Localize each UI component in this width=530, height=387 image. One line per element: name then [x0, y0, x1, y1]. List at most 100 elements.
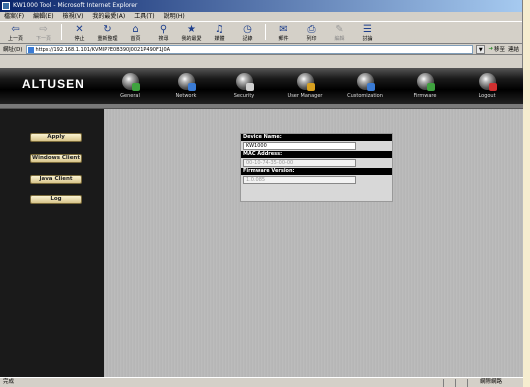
toolbar-label: 搜尋 [158, 36, 169, 42]
nav-label: Firmware [413, 93, 437, 99]
menu-edit[interactable]: 編輯(E) [33, 12, 53, 21]
toolbar-separator [61, 24, 62, 40]
address-label: 網址(D) [3, 47, 23, 53]
nav-security[interactable]: Security [224, 68, 264, 99]
toolbar-button-6[interactable]: ★ 我的最愛 [180, 24, 203, 42]
nav-label: Security [233, 93, 255, 99]
toolbar-icon: ✉ [279, 24, 288, 35]
nav-customization[interactable]: Customization [345, 68, 385, 99]
toolbar-icon: ☰ [363, 24, 372, 35]
toolbar-icon: ✎ [335, 24, 344, 35]
nav-orb-icon [356, 73, 375, 91]
go-label: 移至 [493, 47, 505, 53]
altusen-logo: ALTUSEN [22, 77, 85, 91]
desktop-background [524, 0, 530, 387]
log-button[interactable]: Log [30, 195, 82, 204]
go-arrow-icon: ➜ [488, 46, 493, 52]
toolbar-button-10[interactable]: ⎙ 列印 [300, 24, 323, 42]
status-cell [443, 379, 455, 387]
nav-orb-icon [478, 73, 497, 91]
toolbar-label: 下一頁 [35, 36, 51, 42]
toolbar-button-12[interactable]: ☰ 討論 [356, 24, 379, 42]
toolbar-label: 列印 [306, 36, 317, 42]
nav-network[interactable]: Network [166, 68, 206, 99]
toolbar-button-8[interactable]: ◷ 記錄 [236, 24, 259, 42]
toolbar-label: 停止 [74, 36, 85, 42]
toolbar-label: 編輯 [334, 36, 345, 42]
status-bar: 完成 網際網路 [0, 377, 523, 387]
toolbar-icon: ⚲ [159, 24, 168, 35]
menu-help[interactable]: 說明(H) [164, 12, 185, 21]
address-bar: 網址(D) https://192.168.1.101/KVMIP?E0B390… [0, 44, 522, 55]
menu-tools[interactable]: 工具(T) [134, 12, 154, 21]
nav-logout[interactable]: Logout [467, 68, 507, 99]
nav-label: Network [175, 93, 197, 99]
device-info-box: Device Name: KW1000 MAC Address: 00-10-7… [240, 133, 393, 202]
address-dropdown-icon[interactable]: ▼ [476, 44, 486, 54]
toolbar-icon: ♫ [215, 24, 224, 35]
toolbar-icon: ◷ [243, 24, 252, 35]
toolbar-icon: ↻ [103, 24, 112, 35]
nav-user-manager[interactable]: User Manager [285, 68, 325, 99]
nav-label: User Manager [287, 93, 323, 99]
nav-orb-icon [235, 73, 254, 91]
mac-field: 00-10-74-35-00-00 [243, 159, 356, 167]
device-name-header: Device Name: [241, 134, 392, 141]
firmware-header: Firmware Version: [241, 168, 392, 175]
menu-file[interactable]: 檔案(F) [4, 12, 24, 21]
firmware-field: 1.0.085 [243, 176, 356, 184]
toolbar-icon: ⎙ [307, 24, 316, 35]
toolbar-button-9[interactable]: ✉ 郵件 [272, 24, 295, 42]
app-header: ALTUSEN General Network Security User Manag… [0, 68, 523, 104]
toolbar-separator [265, 24, 266, 40]
internet-zone: 網際網路 [467, 379, 523, 387]
toolbar-button-3[interactable]: ↻ 重新整理 [96, 24, 119, 42]
toolbar-icon: ★ [187, 24, 196, 35]
toolbar-label: 重新整理 [97, 36, 118, 42]
status-cell [455, 379, 467, 387]
window-title: KW1000 Tool - Microsoft Internet Explore… [13, 2, 138, 9]
nav-orb-icon [416, 73, 435, 91]
links-label[interactable]: 連結 [508, 45, 519, 53]
toolbar-button-1[interactable]: ⇨ 下一頁 [32, 24, 55, 42]
toolbar-button-11[interactable]: ✎ 編輯 [328, 24, 351, 42]
page-viewport: ALTUSEN General Network Security User Manag… [0, 68, 523, 377]
address-input[interactable]: https://192.168.1.101/KVMIP?E0B390J0021P… [25, 44, 474, 54]
sidebar: Apply Windows Client Java Client Log [0, 109, 104, 377]
address-url: https://192.168.1.101/KVMIP?E0B390J0021P… [35, 46, 171, 53]
mac-header: MAC Address: [241, 151, 392, 158]
windows-client-button[interactable]: Windows Client [30, 154, 82, 163]
toolbar-button-4[interactable]: ⌂ 首頁 [124, 24, 147, 42]
toolbar-icon: ⇨ [39, 24, 48, 35]
toolbar-label: 首頁 [130, 36, 141, 42]
toolbar-button-2[interactable]: ✕ 停止 [68, 24, 91, 42]
nav-orb-icon [296, 73, 315, 91]
ie-icon [2, 2, 10, 10]
toolbar-label: 討論 [362, 36, 373, 42]
toolbar-label: 我的最愛 [181, 36, 202, 42]
apply-button[interactable]: Apply [30, 133, 82, 142]
device-name-field[interactable]: KW1000 [243, 142, 356, 150]
menu-view[interactable]: 檢視(V) [63, 12, 84, 21]
nav-label: Customization [347, 93, 383, 99]
nav-orb-icon [177, 73, 196, 91]
toolbar-icon: ✕ [75, 24, 84, 35]
toolbar-button-7[interactable]: ♫ 媒體 [208, 24, 231, 42]
go-button[interactable]: ➜ 移至 [488, 45, 505, 53]
toolbar-label: 郵件 [278, 36, 289, 42]
java-client-button[interactable]: Java Client [30, 175, 82, 184]
toolbar-button-5[interactable]: ⚲ 搜尋 [152, 24, 175, 42]
title-bar: KW1000 Tool - Microsoft Internet Explore… [0, 0, 522, 12]
nav-firmware[interactable]: Firmware [405, 68, 445, 99]
status-text: 完成 [3, 379, 15, 385]
menu-favorites[interactable]: 我的最愛(A) [92, 12, 125, 21]
page-icon [27, 46, 34, 53]
nav-general[interactable]: General [110, 68, 150, 99]
toolbar-label: 上一頁 [7, 36, 23, 42]
nav-label: Logout [478, 93, 496, 99]
nav-orb-icon [121, 73, 140, 91]
toolbar-button-0[interactable]: ⇦ 上一頁 [4, 24, 27, 42]
menu-bar: 檔案(F) 編輯(E) 檢視(V) 我的最愛(A) 工具(T) 說明(H) [0, 12, 522, 22]
toolbar-icon: ⌂ [132, 24, 139, 35]
toolbar-icon: ⇦ [11, 24, 20, 35]
